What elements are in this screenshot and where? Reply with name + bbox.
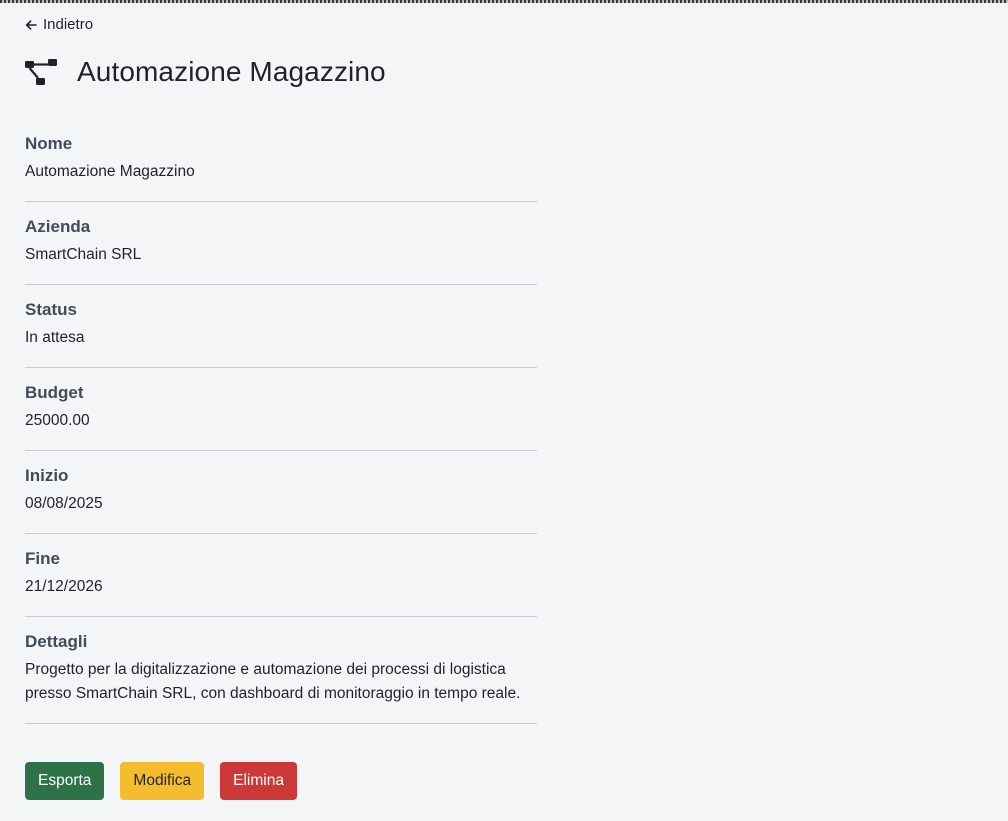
field-inizio: Inizio 08/08/2025 — [25, 461, 537, 534]
back-link-label: Indietro — [43, 16, 94, 33]
field-value: 08/08/2025 — [25, 495, 103, 512]
field-value: SmartChain SRL — [25, 246, 142, 263]
action-buttons: Esporta Modifica Elimina — [25, 762, 297, 800]
export-button[interactable]: Esporta — [25, 762, 105, 800]
field-label: Status — [25, 300, 77, 319]
field-fine: Fine 21/12/2026 — [25, 544, 537, 617]
back-link[interactable]: Indietro — [25, 16, 93, 33]
delete-button[interactable]: Elimina — [220, 762, 297, 800]
field-value: Automazione Magazzino — [25, 163, 195, 180]
field-label: Inizio — [25, 466, 69, 485]
top-border — [0, 0, 1008, 3]
project-diagram-icon — [25, 58, 57, 86]
field-label: Nome — [25, 134, 73, 153]
field-label: Dettagli — [25, 632, 88, 651]
field-label: Azienda — [25, 217, 91, 236]
project-details: Nome Automazione Magazzino Azienda Smart… — [25, 130, 537, 734]
page-title: Automazione Magazzino — [77, 56, 386, 87]
field-nome: Nome Automazione Magazzino — [25, 130, 537, 202]
field-azienda: Azienda SmartChain SRL — [25, 212, 537, 285]
arrow-left-icon — [25, 19, 37, 31]
field-value: In attesa — [25, 329, 85, 346]
edit-button[interactable]: Modifica — [120, 762, 205, 800]
field-status: Status In attesa — [25, 295, 537, 368]
page-header: Automazione Magazzino — [25, 56, 386, 88]
field-label: Fine — [25, 549, 60, 568]
field-value: Progetto per la digitalizzazione e autom… — [25, 661, 521, 702]
field-budget: Budget 25000.00 — [25, 378, 537, 451]
field-dettagli: Dettagli Progetto per la digitalizzazion… — [25, 627, 537, 724]
field-value: 21/12/2026 — [25, 578, 103, 595]
field-value: 25000.00 — [25, 412, 90, 429]
field-label: Budget — [25, 383, 84, 402]
